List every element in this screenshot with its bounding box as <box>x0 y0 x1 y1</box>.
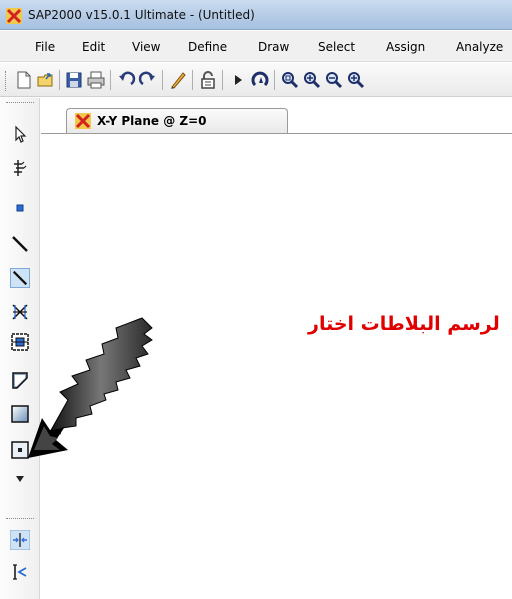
open-folder-icon[interactable] <box>36 70 56 90</box>
toolbar-separator <box>274 70 275 90</box>
menu-edit[interactable]: Edit <box>82 40 105 54</box>
window-title: SAP2000 v15.0.1 Ultimate - (Untitled) <box>28 8 255 22</box>
menu-file[interactable]: File <box>35 40 55 54</box>
quick-draw-frame-icon <box>12 270 28 286</box>
run-analysis-icon[interactable] <box>228 70 248 90</box>
toolbar-separator <box>222 70 223 90</box>
toolbar-separator <box>110 70 111 90</box>
pointer-icon[interactable] <box>10 124 30 144</box>
toolbar-grip[interactable] <box>5 71 8 91</box>
print-icon[interactable] <box>86 70 106 90</box>
zoom-in-icon[interactable] <box>302 70 322 90</box>
title-bar: SAP2000 v15.0.1 Ultimate - (Untitled) <box>0 0 512 30</box>
tab-label: X-Y Plane @ Z=0 <box>97 114 207 128</box>
pencil-icon[interactable] <box>168 70 188 90</box>
undo-icon[interactable] <box>116 70 136 90</box>
view-tab-strip: X-Y Plane @ Z=0 <box>41 98 512 134</box>
pointing-arrow-icon <box>28 317 153 458</box>
zoom-out-icon[interactable] <box>324 70 344 90</box>
tab-xy-plane[interactable]: X-Y Plane @ Z=0 <box>66 108 288 133</box>
zoom-extents-icon[interactable] <box>346 70 366 90</box>
snap-to-points-icon[interactable] <box>10 530 30 550</box>
snap-to-ends-icon[interactable] <box>10 562 30 582</box>
draw-joint-icon[interactable] <box>10 198 30 218</box>
main-toolbar <box>0 63 512 97</box>
menu-view[interactable]: View <box>132 40 160 54</box>
menu-draw[interactable]: Draw <box>258 40 289 54</box>
arabic-annotation-text: لرسم البلاطات اختار <box>308 313 500 335</box>
draw-frame-icon[interactable] <box>10 234 30 254</box>
toolbar-grip[interactable] <box>6 518 34 521</box>
rotate-view-icon[interactable] <box>250 70 270 90</box>
reshape-icon[interactable] <box>10 158 30 178</box>
toolbar-grip[interactable] <box>6 102 34 105</box>
sap2000-logo-icon <box>75 113 91 129</box>
lock-icon[interactable] <box>198 70 218 90</box>
dropdown-arrow-icon[interactable] <box>16 476 24 482</box>
menu-assign[interactable]: Assign <box>386 40 425 54</box>
sap2000-logo-icon <box>6 8 22 24</box>
quick-draw-frame-button[interactable] <box>10 268 30 288</box>
toolbar-separator <box>162 70 163 90</box>
menu-analyze[interactable]: Analyze <box>456 40 503 54</box>
toolbar-separator <box>59 70 60 90</box>
toolbar-separator <box>192 70 193 90</box>
menu-define[interactable]: Define <box>188 40 227 54</box>
zoom-window-icon[interactable] <box>280 70 300 90</box>
new-file-icon[interactable] <box>14 70 34 90</box>
menu-bar: File Edit View Define Draw Select Assign… <box>0 31 512 62</box>
redo-icon[interactable] <box>138 70 158 90</box>
save-icon[interactable] <box>64 70 84 90</box>
menu-select[interactable]: Select <box>318 40 355 54</box>
